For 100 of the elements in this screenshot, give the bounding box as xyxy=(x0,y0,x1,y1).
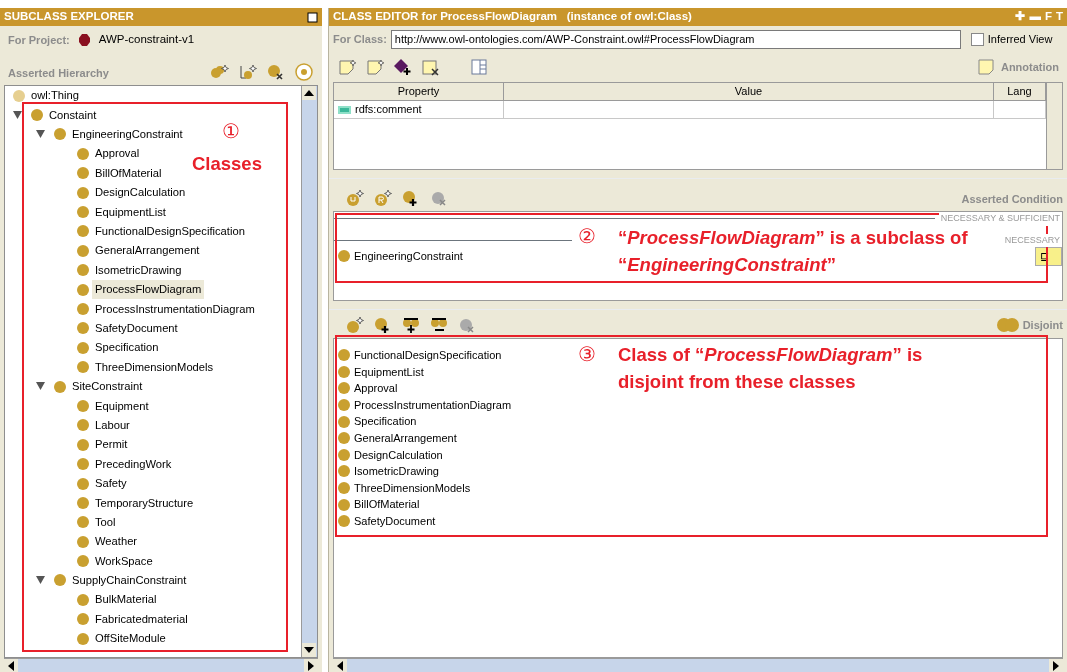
class-dot-icon xyxy=(77,167,89,180)
disjoint-class[interactable]: ThreeDimensionModels xyxy=(354,479,471,497)
class-dot-icon xyxy=(54,380,66,393)
disjoint-class[interactable]: BillOfMaterial xyxy=(354,496,420,513)
vertical-scrollbar[interactable] xyxy=(301,86,317,657)
expand-arrow-icon[interactable] xyxy=(35,575,45,585)
project-icon[interactable] xyxy=(77,34,91,46)
disjoint-class[interactable]: DesignCalculation xyxy=(354,446,443,464)
tree-item[interactable]: Permit xyxy=(92,435,131,455)
tree-item[interactable]: EngineeringConstraint xyxy=(69,125,186,144)
add-subclass-icon[interactable] xyxy=(210,63,230,81)
note-star-icon[interactable] xyxy=(365,58,385,76)
tree-item[interactable]: OffSiteModule xyxy=(92,629,169,649)
conditions-label: Asserted Condition xyxy=(961,191,1063,207)
for-class-field[interactable]: http://www.owl-ontologies.com/AWP-Constraint.owl#ProcessFlowDiagram xyxy=(390,29,961,49)
restriction-icon[interactable] xyxy=(373,189,393,207)
tree-item[interactable]: Specification xyxy=(92,338,162,358)
maximize-icon[interactable] xyxy=(307,11,318,23)
tree-item[interactable]: Weather xyxy=(92,532,141,552)
class-dot-icon xyxy=(77,244,89,257)
tree-item[interactable]: PrecedingWork xyxy=(92,454,175,474)
class-delete-icon[interactable] xyxy=(266,63,286,81)
tree-item[interactable]: SupplyChainConstraint xyxy=(69,571,190,590)
callout-number: ① xyxy=(222,120,240,142)
tree-item[interactable]: FunctionalDesignSpecification xyxy=(92,222,248,241)
tree-item[interactable]: ProcessInstrumentationDiagram xyxy=(92,299,258,319)
tree-item[interactable]: WorkSpace xyxy=(92,551,156,571)
tree-item[interactable]: Labour xyxy=(92,415,133,435)
callout-number: ② xyxy=(578,225,596,247)
delete-note-icon[interactable] xyxy=(421,58,441,76)
class-dot-icon xyxy=(77,593,89,606)
expand-arrow-icon[interactable] xyxy=(35,129,45,139)
tree-item[interactable]: DesignCalculation xyxy=(92,183,189,203)
class-dot-icon xyxy=(77,419,89,432)
class-dot-icon xyxy=(77,186,89,199)
inferred-view-checkbox[interactable] xyxy=(970,32,984,46)
scroll-right-icon[interactable] xyxy=(1049,659,1063,672)
project-name: AWP-constraint-v1 xyxy=(98,32,195,48)
column-header[interactable]: Value xyxy=(504,83,994,101)
vertical-scrollbar[interactable] xyxy=(1046,83,1062,169)
tree-item[interactable]: Equipment xyxy=(92,396,152,416)
annotations-label: Annotation xyxy=(1000,59,1059,75)
class-dot-icon xyxy=(77,516,89,529)
scroll-left-icon[interactable] xyxy=(333,659,347,672)
expand-arrow-icon[interactable] xyxy=(35,382,45,392)
tree-item[interactable]: Tool xyxy=(92,512,119,532)
disjoint-class[interactable]: Specification xyxy=(354,413,417,430)
condition-item[interactable]: EngineeringConstraint xyxy=(354,248,463,265)
class-dot-icon xyxy=(338,465,350,478)
new-class-icon[interactable] xyxy=(345,316,365,334)
disjoint-class[interactable]: IsometricDrawing xyxy=(354,463,439,480)
column-header[interactable]: Lang xyxy=(994,83,1046,101)
necessary-sufficient-icon[interactable] xyxy=(345,189,365,207)
tree-item[interactable]: SafetyDocument xyxy=(92,319,181,338)
class-dot-icon xyxy=(77,438,89,451)
diamond-plus-icon[interactable] xyxy=(393,58,413,76)
column-header[interactable]: Property xyxy=(334,83,504,101)
class-dot-icon xyxy=(338,448,350,461)
scroll-down-icon[interactable] xyxy=(302,643,316,657)
disjoints-label: Disjoint xyxy=(1022,317,1063,333)
scroll-up-icon[interactable] xyxy=(302,86,316,100)
tree-item[interactable]: GeneralArrangement xyxy=(92,241,203,261)
tree-item[interactable]: BulkMaterial xyxy=(92,590,160,610)
scroll-right-icon[interactable] xyxy=(304,659,318,672)
disjoint-class[interactable]: GeneralArrangement xyxy=(354,430,457,447)
expand-arrow-icon[interactable] xyxy=(12,110,22,120)
disjoint-class[interactable]: SafetyDocument xyxy=(354,513,436,530)
tree-item[interactable]: Safety xyxy=(92,474,130,493)
class-dot-icon xyxy=(77,399,89,412)
tree-item[interactable]: EquipmentList xyxy=(92,202,169,222)
tree-item[interactable]: BillOfMaterial xyxy=(92,163,165,183)
remove-disjoint-icon[interactable] xyxy=(429,316,449,334)
tree-item[interactable]: IsometricDrawing xyxy=(92,260,185,280)
add-disjoint-icon[interactable] xyxy=(401,316,421,334)
class-dot-icon xyxy=(77,555,89,568)
class-dot-icon xyxy=(77,303,89,315)
tree-item[interactable]: TemporaryStructure xyxy=(92,493,197,513)
class-dot-icon xyxy=(77,458,89,471)
tree-item[interactable]: Approval xyxy=(92,144,143,164)
tree-item[interactable]: Constaint xyxy=(46,105,100,125)
disjoint-class[interactable]: ProcessInstrumentationDiagram xyxy=(354,396,512,414)
scroll-left-icon[interactable] xyxy=(4,659,18,672)
new-note-icon[interactable] xyxy=(337,58,357,76)
panel-toggle-icon[interactable] xyxy=(469,58,489,76)
class-dot-icon xyxy=(77,322,89,335)
class-dot-icon xyxy=(77,613,89,626)
tree-item[interactable]: SiteConstraint xyxy=(69,377,146,396)
class-dot-icon xyxy=(77,341,89,354)
class-dot-icon xyxy=(338,399,350,412)
tree-item[interactable]: owl:Thing xyxy=(28,86,82,106)
disjoint-class[interactable]: EquipmentList xyxy=(354,363,424,381)
disjoint-class[interactable]: FunctionalDesignSpecification xyxy=(354,347,502,364)
project-label: For Project: xyxy=(8,32,70,48)
disjoint-class[interactable]: Approval xyxy=(354,380,398,397)
hierarchy-label: Asserted Hierarchy xyxy=(8,65,109,81)
tree-item[interactable]: ThreeDimensionModels xyxy=(92,357,217,377)
tree-item[interactable]: ProcessFlowDiagram xyxy=(92,280,205,299)
add-sibling-icon[interactable] xyxy=(238,63,258,81)
tree-item[interactable]: Fabricatedmaterial xyxy=(92,609,191,629)
class-dot-icon xyxy=(338,349,350,362)
